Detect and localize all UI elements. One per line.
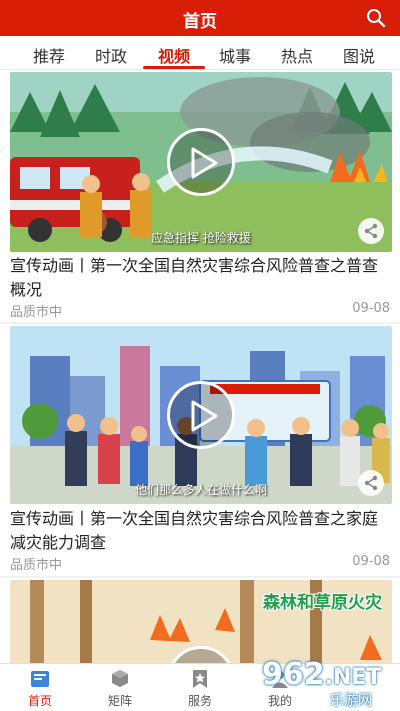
nav-home[interactable]: 首页 [10, 668, 70, 709]
page-title: 首页 [183, 12, 217, 32]
video-title[interactable]: 宣传动画丨第一次全国自然灾害综合风险普查之家庭减灾能力调查 [10, 507, 390, 555]
watermark-net: .NET [324, 665, 382, 690]
search-icon[interactable] [366, 8, 386, 28]
video-title[interactable]: 宣传动画丨第一次全国自然灾害综合风险普查之普查概况 [10, 254, 390, 302]
tab-video[interactable]: 视频 [147, 43, 201, 67]
home-icon [31, 671, 49, 687]
video-meta: 品质市中 09-08 [10, 554, 390, 573]
category-tabs: 推荐 时政 视频 城事 热点 图说 [0, 36, 400, 70]
video-feed[interactable]: 应急指挥 抢险救援 宣传动画丨第一次全国自然灾害综合风险普查之普查概况 品质市中… [0, 70, 400, 663]
publish-date: 09-08 [352, 554, 390, 569]
source-label: 品质市中 [10, 305, 63, 320]
tab-politics[interactable]: 时政 [84, 43, 138, 67]
share-icon[interactable] [358, 470, 384, 496]
play-button[interactable] [167, 128, 235, 196]
nav-service[interactable]: 服务 [170, 668, 230, 709]
play-button[interactable] [167, 381, 235, 449]
video-thumbnail[interactable]: 他们那么多人在做什么啊 [10, 326, 392, 504]
publish-date: 09-08 [352, 301, 390, 316]
video-card[interactable]: 森林和草原火灾 [0, 578, 400, 663]
nav-service-label: 服务 [187, 694, 212, 708]
star-bookmark-icon [193, 670, 207, 688]
tab-hot[interactable]: 热点 [270, 43, 324, 67]
top-bar: 首页 [0, 0, 400, 36]
watermark-logo: 962.NET 乐游网 [258, 657, 398, 709]
tab-city[interactable]: 城事 [208, 43, 262, 67]
cube-icon [112, 670, 128, 687]
video-thumbnail[interactable]: 森林和草原火灾 [10, 580, 392, 663]
active-tab-indicator [143, 66, 205, 69]
source-label: 品质市中 [10, 558, 63, 573]
video-card[interactable]: 应急指挥 抢险救援 宣传动画丨第一次全国自然灾害综合风险普查之普查概况 品质市中… [0, 70, 400, 322]
video-meta: 品质市中 09-08 [10, 301, 390, 320]
watermark-text: 962.NET [262, 657, 381, 692]
share-icon[interactable] [358, 218, 384, 244]
nav-matrix-label: 矩阵 [107, 694, 132, 708]
thumbnail-caption: 森林和草原火灾 [263, 593, 382, 613]
nav-home-label: 首页 [27, 694, 52, 708]
tab-pictures[interactable]: 图说 [332, 43, 386, 67]
watermark-site-name: 乐游网 [330, 693, 372, 709]
video-thumbnail[interactable]: 应急指挥 抢险救援 [10, 72, 392, 252]
video-card[interactable]: 他们那么多人在做什么啊 宣传动画丨第一次全国自然灾害综合风险普查之家庭减灾能力调… [0, 324, 400, 576]
thumbnail-caption: 应急指挥 抢险救援 [151, 231, 251, 245]
nav-matrix[interactable]: 矩阵 [90, 668, 150, 709]
watermark-number: 962 [262, 657, 325, 692]
tab-recommend[interactable]: 推荐 [22, 43, 76, 67]
thumbnail-caption: 他们那么多人在做什么啊 [134, 483, 267, 497]
